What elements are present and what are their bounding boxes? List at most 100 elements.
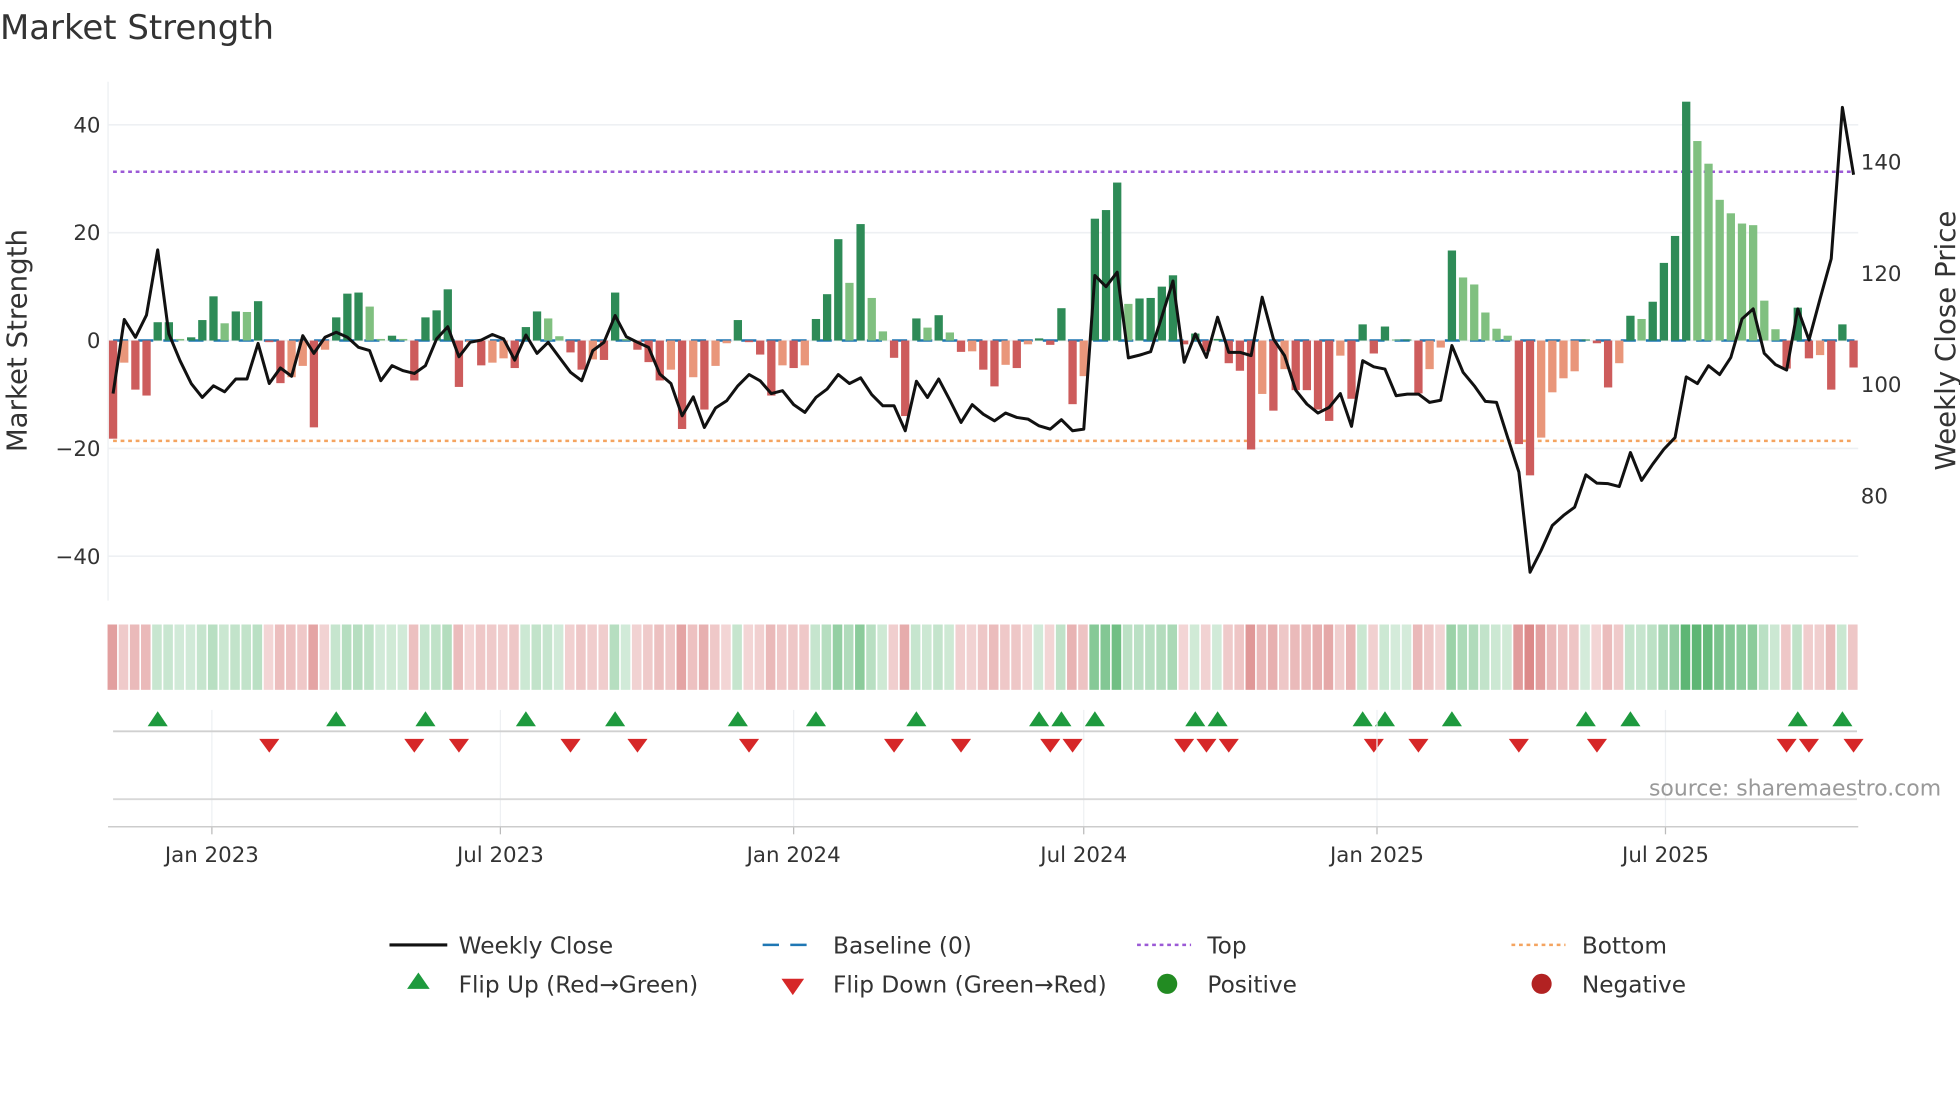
- strip-cell: [174, 624, 185, 690]
- negative-bar: [1269, 340, 1278, 411]
- strip-cell: [1424, 624, 1434, 690]
- strip-cell: [1613, 624, 1624, 690]
- negative-bar: [1302, 340, 1312, 391]
- strip-cell: [1111, 624, 1122, 690]
- negative-bar: [1369, 340, 1378, 354]
- strip-cell: [531, 624, 542, 690]
- negative-bar: [1815, 340, 1825, 356]
- strip-cell: [855, 624, 865, 690]
- positive-bar: [1626, 315, 1635, 341]
- flip-up-marker: [1374, 711, 1396, 727]
- strip-cell: [1557, 624, 1568, 690]
- strip-cell: [732, 624, 742, 690]
- positive-bar: [1648, 301, 1657, 341]
- legend-baseline: Baseline (0): [833, 933, 972, 960]
- positive-bar: [834, 239, 843, 341]
- legend-positive: Positive: [1207, 972, 1297, 999]
- strip-cell: [129, 624, 140, 690]
- negative-bar: [956, 340, 966, 352]
- strip-cell: [1546, 624, 1557, 690]
- positive-bar: [421, 317, 430, 341]
- strip-cell: [419, 624, 430, 690]
- strip-cell: [353, 624, 363, 690]
- negative-bar: [1592, 340, 1602, 344]
- strip-cell: [698, 624, 709, 690]
- strip-cell: [866, 624, 876, 690]
- flip-down-marker: [448, 738, 469, 753]
- strip-cell: [1022, 624, 1032, 690]
- positive-bar: [187, 337, 196, 341]
- negative-bar: [1603, 340, 1613, 388]
- negative-bar: [566, 340, 575, 353]
- x-tick-label: Jul 2023: [455, 843, 544, 868]
- strip-cell: [163, 624, 173, 690]
- flip-down-marker: [627, 738, 648, 753]
- positive-bar: [153, 322, 162, 341]
- strip-cell: [1000, 624, 1010, 690]
- negative-bar: [1001, 340, 1010, 365]
- flip-up-marker: [1029, 711, 1050, 727]
- strip-cell: [219, 624, 229, 690]
- x-tick-label: Jul 2024: [1038, 843, 1127, 868]
- strip-cell: [1848, 624, 1858, 690]
- flip-down-marker: [1508, 738, 1529, 753]
- strip-cell: [1591, 624, 1601, 690]
- y-tick-label: 20: [73, 221, 100, 246]
- market-strength-chart: Market Strength 40200−20−40 14012010080 …: [0, 8, 1960, 999]
- negative-bar: [477, 340, 486, 366]
- strip-cell: [587, 624, 597, 690]
- strip-cell: [442, 624, 452, 690]
- strip-cell: [1714, 624, 1724, 690]
- y-axis-ticks: 40 20 0 −20 −40: [55, 113, 100, 569]
- negative-bar: [968, 340, 977, 352]
- strip-cell: [230, 624, 240, 690]
- positive-bar: [1726, 213, 1735, 341]
- negative-bar: [744, 340, 754, 343]
- negative-bar: [666, 340, 676, 370]
- strip-cell: [330, 624, 341, 690]
- positive-bar: [1113, 182, 1122, 341]
- strip-cell: [1669, 624, 1680, 690]
- strip-cell: [107, 624, 118, 690]
- positive-bar: [1704, 163, 1713, 341]
- strip-cell: [1580, 624, 1590, 690]
- positive-bar: [343, 293, 352, 341]
- negative-bar: [1347, 340, 1356, 399]
- positive-bar: [220, 323, 229, 341]
- strip-cell: [988, 624, 999, 690]
- strip-cell: [1301, 624, 1311, 690]
- y-tick-label: −20: [55, 437, 100, 462]
- negative-bar: [1548, 340, 1557, 393]
- positive-bar: [1380, 326, 1390, 341]
- negative-bar: [756, 340, 765, 355]
- strip-cell: [1067, 624, 1077, 690]
- strip-cell: [1836, 624, 1847, 690]
- positive-bar: [1447, 250, 1457, 341]
- strip-cell: [1122, 624, 1133, 690]
- positive-bar: [332, 317, 341, 341]
- negative-bar: [990, 340, 999, 387]
- positive-bar: [209, 296, 218, 341]
- strip-cell: [498, 624, 508, 690]
- strip-cell: [207, 624, 218, 690]
- positive-bar: [1146, 297, 1155, 341]
- flip-up-icon: [407, 972, 430, 989]
- strip-cell: [1502, 624, 1512, 690]
- positive-bar: [845, 282, 854, 341]
- strip-cell: [319, 624, 330, 690]
- flip-down-marker: [1174, 738, 1195, 753]
- positive-bar: [1637, 318, 1646, 341]
- strip-cell: [1200, 624, 1211, 690]
- strip-cell: [1189, 624, 1200, 690]
- flip-down-marker: [1196, 738, 1217, 753]
- strip-cell: [252, 624, 263, 690]
- positive-bar: [532, 311, 542, 341]
- negative-bar: [700, 340, 709, 410]
- strip-cell: [721, 624, 731, 690]
- strip-cell: [1245, 624, 1256, 690]
- strip-cell: [286, 624, 296, 690]
- strip-cell: [1602, 624, 1613, 690]
- negative-bar: [1514, 340, 1523, 445]
- strip-cell: [1647, 624, 1657, 690]
- strip-cell: [966, 624, 977, 690]
